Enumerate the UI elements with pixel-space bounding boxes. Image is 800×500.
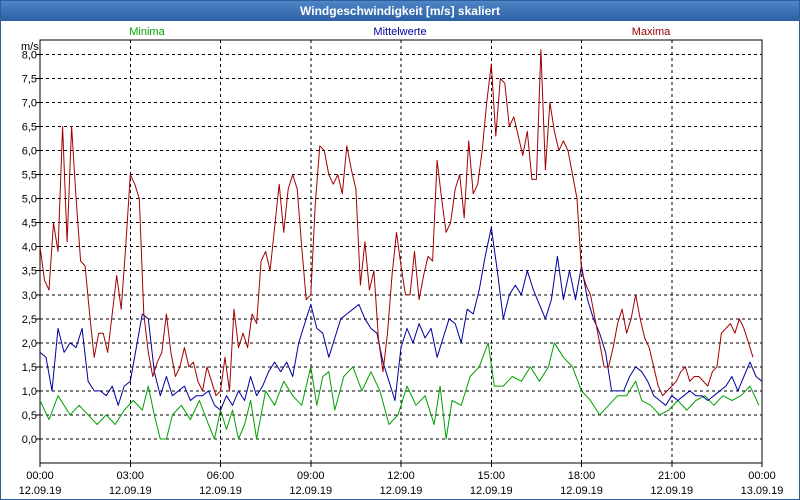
y-tick-label: 5,0 [22,194,37,206]
wind-speed-chart: 0,0 0,5 1,0 1,5 2,0 2,5 3,0 3,5 4,0 4,5 5,0 5,5 6,0 6… [19,26,784,497]
x-tick-date: 12.09.19 [560,485,603,497]
y-tick-label: 1,5 [22,362,37,374]
grid-layer [40,40,762,463]
y-tick-label: 2,0 [22,338,37,350]
y-tick-label: 7,5 [22,73,37,85]
y-tick-label: 6,5 [22,122,37,134]
y-tick-label: 7,0 [22,97,37,109]
x-tick-date: 12.09.19 [109,485,152,497]
x-tick-date: 12.09.19 [470,485,513,497]
y-tick-label: 5,5 [22,170,37,182]
x-tick-time: 06:00 [207,470,235,482]
y-axis-unit: m/s [21,41,39,53]
x-tick-time: 21:00 [658,470,686,482]
labels-layer: 0,0 0,5 1,0 1,5 2,0 2,5 3,0 3,5 4,0 4,5 5,0 5,5 6,0 6… [19,49,784,497]
y-tick-label: 6,0 [22,146,37,158]
x-tick-date: 12.09.19 [650,485,693,497]
x-tick-time: 00:00 [748,470,776,482]
legend-mittelwerte: Mittelwerte [373,26,426,38]
x-tick-time: 09:00 [297,470,325,482]
y-tick-label: 2,5 [22,314,37,326]
y-tick-label: 0,5 [22,410,37,422]
y-tick-label: 3,5 [22,266,37,278]
y-tick-label: 4,5 [22,218,37,230]
x-tick-time: 18:00 [568,470,596,482]
x-tick-date: 12.09.19 [19,485,62,497]
x-tick-date: 12.09.19 [289,485,332,497]
y-tick-label: 1,0 [22,386,37,398]
x-tick-date: 12.09.19 [199,485,242,497]
x-tick-time: 03:00 [116,470,144,482]
x-tick-time: 12:00 [387,470,415,482]
x-tick-time: 00:00 [26,470,54,482]
x-tick-date: 13.09.19 [741,485,784,497]
y-tick-label: 0,0 [22,434,37,446]
legend-maxima: Maxima [632,26,671,38]
y-tick-label: 3,0 [22,290,37,302]
y-tick-label: 4,0 [22,242,37,254]
legend-minima: Minima [129,26,165,38]
x-tick-time: 15:00 [477,470,505,482]
x-tick-date: 12.09.19 [380,485,423,497]
